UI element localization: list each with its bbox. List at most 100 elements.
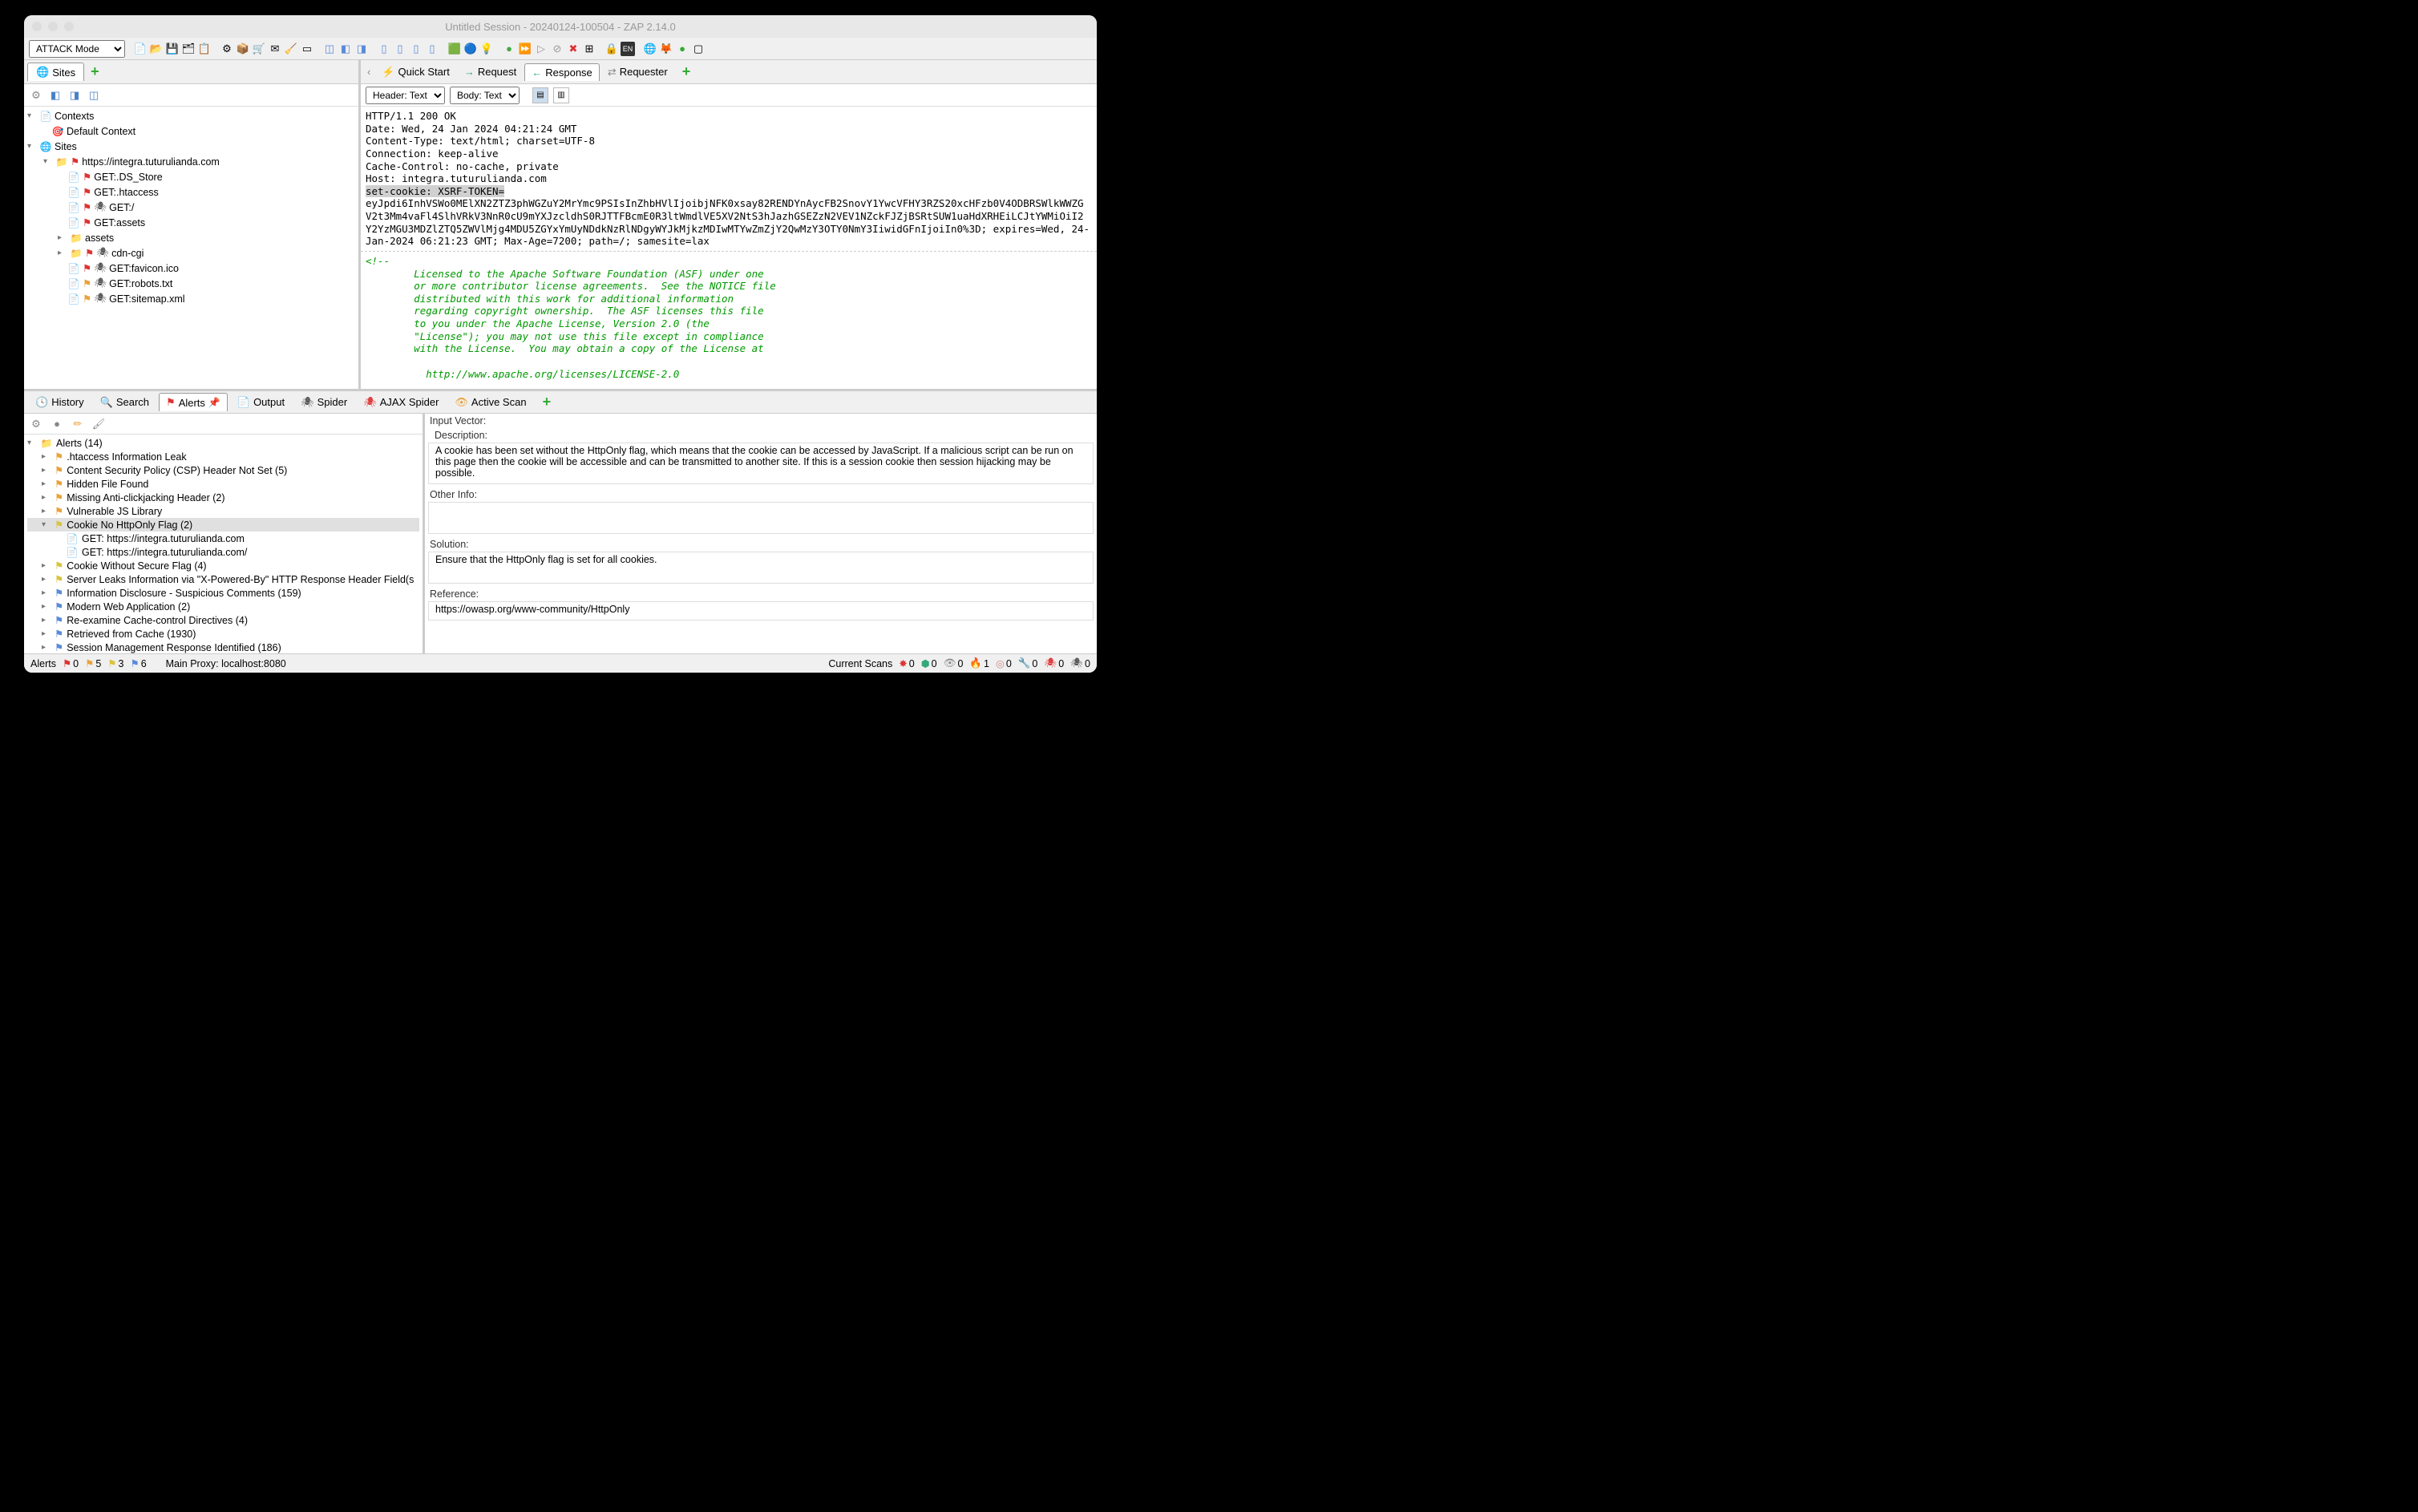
alert-instance[interactable]: GET: https://integra.tuturulianda.com/ [82,547,247,558]
tab-search[interactable]: 🔍Search [94,394,156,411]
encode-icon[interactable]: EN [621,42,635,56]
tab-ajax-spider[interactable]: 🕷AJAX Spider [357,394,445,411]
tree-host[interactable]: https://integra.tuturulianda.com [82,156,220,168]
tab-requester[interactable]: ⇄Requester [601,63,674,81]
body-view-select[interactable]: Body: Text [450,87,520,104]
alerts-options-icon[interactable]: ⚙ [29,417,43,431]
mode-select[interactable]: ATTACK Mode [29,40,125,58]
alert-item[interactable]: .htaccess Information Leak [67,451,186,463]
open-session-icon[interactable]: 📂 [149,42,164,56]
add-bottom-tab-icon[interactable]: + [543,394,552,410]
record-icon[interactable]: ● [502,42,516,56]
tree-item[interactable]: GET:/ [109,202,134,213]
add-break-icon[interactable]: ⊞ [582,42,596,56]
window-controls[interactable] [32,22,74,31]
zoom-icon[interactable] [64,22,74,31]
new-session-icon[interactable]: 📄 [133,42,148,56]
browser-firefox-icon[interactable]: 🦊 [659,42,673,56]
broom-icon[interactable]: 🧹 [284,42,298,56]
save-session-icon[interactable]: 💾 [165,42,180,56]
minimize-icon[interactable] [48,22,58,31]
tab-spider[interactable]: 🕷Spider [294,394,354,411]
marketplace-icon[interactable]: 🛒 [252,42,266,56]
alerts-edit-icon[interactable]: ✏ [71,417,85,431]
form-icon[interactable]: ▭ [300,42,314,56]
alert-item[interactable]: Content Security Policy (CSP) Header Not… [67,465,287,476]
alert-item[interactable]: Server Leaks Information via "X-Powered-… [67,574,414,585]
continue-icon[interactable]: ▷ [534,42,548,56]
sites-export-icon[interactable]: ◫ [87,88,101,103]
script-icon[interactable]: ✉ [268,42,282,56]
layout-full-icon[interactable]: ◫ [322,42,337,56]
view-split-horiz-icon[interactable]: ▤ [532,87,548,103]
browser-blank-icon[interactable]: ▢ [691,42,706,56]
response-body[interactable]: <!-- Licensed to the Apache Software Fou… [361,252,1097,389]
tab-quick-start[interactable]: ⚡Quick Start [375,63,455,81]
alerts-root[interactable]: Alerts (14) [56,438,103,449]
forced-browse-icon[interactable]: 🔒 [604,42,619,56]
tab-sites[interactable]: 🌐 Sites [27,63,84,81]
addons-icon[interactable]: 📦 [236,42,250,56]
detail-description[interactable]: A cookie has been set without the HttpOn… [428,443,1094,484]
sites-new-context-icon[interactable]: ◧ [48,88,63,103]
tree-item[interactable]: GET:sitemap.xml [109,293,184,305]
sites-import-icon[interactable]: ◨ [67,88,82,103]
hud-icon[interactable]: 🔵 [463,42,478,56]
header-view-select[interactable]: Header: Text [366,87,445,104]
alert-item[interactable]: Missing Anti-clickjacking Header (2) [67,492,224,503]
alerts-tree[interactable]: ▾📁Alerts (14) ▸⚑.htaccess Information Le… [24,435,423,653]
tree-default-context[interactable]: Default Context [67,126,135,137]
alert-item[interactable]: Session Management Response Identified (… [67,642,281,653]
stop-break-icon[interactable]: ⊘ [550,42,564,56]
add-tab-icon[interactable]: + [91,63,99,80]
add-right-tab-icon[interactable]: + [682,63,691,80]
alert-item[interactable]: Cookie Without Secure Flag (4) [67,560,206,572]
alerts-filter-icon[interactable]: ● [50,417,64,431]
tab-request[interactable]: →Request [458,63,523,80]
tree-item[interactable]: cdn-cgi [111,248,144,259]
sites-gear-icon[interactable]: ⚙ [29,88,43,103]
tree-item[interactable]: GET:robots.txt [109,278,172,289]
alert-instance[interactable]: GET: https://integra.tuturulianda.com [82,533,245,544]
tree-item[interactable]: GET:assets [94,217,145,228]
layout-left-icon[interactable]: ◧ [338,42,353,56]
alert-item-selected[interactable]: Cookie No HttpOnly Flag (2) [67,519,192,531]
tab-history[interactable]: 🕓History [29,394,91,411]
layout-right-icon[interactable]: ◨ [354,42,369,56]
expand-right-icon[interactable]: ▯ [409,42,423,56]
expand-left-icon[interactable]: ▯ [377,42,391,56]
tab-response[interactable]: ←Response [524,63,600,81]
tab-alerts[interactable]: ⚑Alerts📌 [159,393,228,411]
bulb-icon[interactable]: 💡 [479,42,494,56]
tab-active-scan[interactable]: 👁Active Scan [448,394,532,411]
browser-other-icon[interactable]: ● [675,42,689,56]
detail-solution[interactable]: Ensure that the HttpOnly flag is set for… [428,552,1094,584]
tree-sites[interactable]: Sites [55,141,77,152]
tab-expand-icon[interactable]: ‹ [364,66,374,78]
snapshot-icon[interactable]: 🗂 [181,42,196,56]
tree-item[interactable]: GET:.DS_Store [94,172,162,183]
pin-icon[interactable]: 📌 [208,397,220,408]
drop-icon[interactable]: ✖ [566,42,580,56]
tree-contexts[interactable]: Contexts [55,111,94,122]
alert-item[interactable]: Retrieved from Cache (1930) [67,629,196,640]
response-header[interactable]: HTTP/1.1 200 OK Date: Wed, 24 Jan 2024 0… [361,107,1097,252]
expand-mid-icon[interactable]: ▯ [393,42,407,56]
tab-output[interactable]: 📄Output [231,394,291,411]
options-icon[interactable]: ⚙ [220,42,234,56]
detail-other-info[interactable] [428,502,1094,534]
alert-item[interactable]: Vulnerable JS Library [67,506,162,517]
tree-item[interactable]: assets [85,232,114,244]
properties-icon[interactable]: 📋 [197,42,212,56]
step-icon[interactable]: ⏩ [518,42,532,56]
view-split-vert-icon[interactable]: ▥ [553,87,569,103]
tree-item[interactable]: GET:.htaccess [94,187,159,198]
detail-reference[interactable]: https://owasp.org/www-community/HttpOnly [428,601,1094,621]
browser-chrome-icon[interactable]: 🌐 [643,42,657,56]
alert-item[interactable]: Hidden File Found [67,479,148,490]
alert-item[interactable]: Modern Web Application (2) [67,601,190,612]
alerts-refresh-icon[interactable]: 🖌 [91,417,106,431]
expand-all-icon[interactable]: ▯ [425,42,439,56]
sites-tree[interactable]: ▾📄Contexts 🎯Default Context ▾🌐Sites ▾📁⚑h… [24,107,358,389]
alert-item[interactable]: Information Disclosure - Suspicious Comm… [67,588,301,599]
